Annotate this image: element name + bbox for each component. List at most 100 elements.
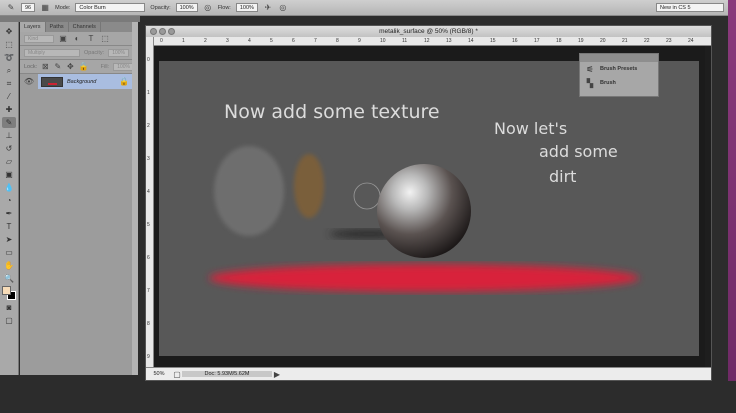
hand-tool-icon[interactable]: ✋ (2, 260, 16, 271)
type-tool-icon[interactable]: T (2, 221, 16, 232)
move-tool-icon[interactable]: ✥ (2, 26, 16, 37)
document-title-bar: metalik_surface @ 50% (RGB/8) * (146, 26, 711, 37)
ruler-tick: 21 (622, 38, 628, 44)
status-bar: 50% ▢ Doc: 5.93M/5.62M ▶ (146, 367, 711, 380)
ruler-tick: 5 (147, 222, 150, 228)
brush-presets-icon: ⚟ (586, 64, 594, 74)
visibility-eye-icon[interactable]: 👁 (24, 77, 34, 87)
foreground-color-swatch[interactable] (2, 286, 11, 295)
ruler-tick: 0 (160, 38, 163, 44)
canvas-text-texture: Now add some texture (224, 101, 440, 123)
vertical-ruler[interactable]: 0 1 2 3 4 5 6 7 8 9 (146, 37, 154, 367)
texture-blob-brown (294, 154, 324, 218)
workspace-select[interactable]: New in CS 5 (656, 3, 724, 12)
layers-panel: Layers Paths Channels Kind ▣ ◐ T ⬚ Multi… (20, 22, 138, 375)
brush-item[interactable]: ▚ Brush (580, 76, 658, 90)
ruler-tick: 18 (556, 38, 562, 44)
desktop-edge (728, 0, 736, 381)
blend-mode-select[interactable]: Multiply (24, 48, 80, 57)
ruler-tick: 1 (147, 90, 150, 96)
crop-tool-icon[interactable]: ⌗ (2, 78, 16, 89)
brush-panel-toggle-icon[interactable]: ▦ (40, 3, 50, 13)
pen-tool-icon[interactable]: ✒ (2, 208, 16, 219)
tab-layers[interactable]: Layers (20, 22, 46, 32)
screen-mode-icon[interactable]: ▢ (2, 315, 16, 326)
brush-tool-icon[interactable]: ✎ (2, 117, 16, 128)
eraser-tool-icon[interactable]: ▱ (2, 156, 16, 167)
quick-select-tool-icon[interactable]: ⌕ (2, 65, 16, 76)
kind-filter-select[interactable]: Kind (24, 34, 54, 43)
lasso-tool-icon[interactable]: ➰ (2, 52, 16, 63)
dodge-tool-icon[interactable]: ◔ (2, 195, 16, 206)
brush-presets-label: Brush Presets (600, 66, 638, 72)
lock-transparency-icon[interactable]: ⊠ (41, 62, 50, 72)
canvas-text-dirt-2: add some (539, 142, 618, 161)
dock-header[interactable] (580, 54, 658, 62)
panel-scrollbar[interactable] (132, 22, 138, 375)
brush-panel-dock: ⚟ Brush Presets ▚ Brush (579, 53, 659, 97)
doc-size: Doc: 5.93M/5.62M (182, 371, 272, 377)
document-scrollbar[interactable] (712, 25, 728, 381)
ruler-tick: 5 (270, 38, 273, 44)
layer-row-background[interactable]: 👁 Background 🔒 (20, 74, 138, 89)
preview-icon[interactable]: ▢ (172, 369, 182, 379)
canvas-text-dirt-3: dirt (549, 167, 576, 186)
history-brush-icon[interactable]: ↺ (2, 143, 16, 154)
healing-tool-icon[interactable]: ✚ (2, 104, 16, 115)
zoom-window-button[interactable] (168, 28, 175, 35)
tab-channels[interactable]: Channels (69, 22, 101, 32)
path-select-tool-icon[interactable]: ➤ (2, 234, 16, 245)
status-menu-arrow-icon[interactable]: ▶ (272, 369, 282, 379)
toolbox: ✥ ⬚ ➰ ⌕ ⌗ ⁄ ✚ ✎ ⊥ ↺ ▱ ▣ 💧 ◔ ✒ T ➤ ▭ ✋ 🔍 … (0, 22, 19, 375)
zoom-level[interactable]: 50% (146, 371, 172, 377)
flow-input[interactable]: 100% (235, 3, 258, 12)
fill-input[interactable]: 100% (113, 62, 134, 71)
color-swatches[interactable] (2, 286, 16, 300)
tab-paths[interactable]: Paths (46, 22, 69, 32)
horizontal-ruler[interactable]: 0 1 2 3 4 5 6 7 8 9 10 11 12 13 14 15 16 17 18 19 20 21 22 23 24 (154, 37, 711, 46)
image-filter-icon[interactable]: ▣ (58, 34, 68, 44)
ruler-tick: 2 (147, 123, 150, 129)
ruler-tick: 14 (468, 38, 474, 44)
pressure-size-icon[interactable]: ◎ (278, 3, 288, 13)
lock-all-icon[interactable]: 🔒 (79, 62, 89, 72)
brush-size-picker[interactable]: 96 (21, 3, 36, 12)
minimize-window-button[interactable] (159, 28, 166, 35)
zoom-tool-icon[interactable]: 🔍 (2, 273, 16, 284)
brush-presets-item[interactable]: ⚟ Brush Presets (580, 62, 658, 76)
ruler-tick: 24 (688, 38, 694, 44)
ruler-tick: 0 (147, 57, 150, 63)
ruler-tick: 9 (147, 354, 150, 360)
quick-mask-icon[interactable]: ◙ (2, 302, 16, 313)
layer-name: Background (67, 78, 97, 85)
close-window-button[interactable] (150, 28, 157, 35)
blur-tool-icon[interactable]: 💧 (2, 182, 16, 193)
type-filter-icon[interactable]: T (86, 34, 96, 44)
mode-label: Mode: (55, 4, 71, 11)
opacity-input[interactable]: 100% (175, 3, 198, 12)
airbrush-icon[interactable]: ✈ (263, 3, 273, 13)
lock-pixels-icon[interactable]: ✎ (54, 62, 63, 72)
ruler-tick: 11 (402, 38, 408, 44)
adjustment-filter-icon[interactable]: ◐ (72, 34, 82, 44)
pressure-opacity-icon[interactable]: ◎ (203, 3, 213, 13)
options-bar: ✎ 96 ▦ Mode: Color Burn Opacity: 100% ◎ … (0, 0, 736, 16)
stamp-tool-icon[interactable]: ⊥ (2, 130, 16, 141)
layer-opacity-input[interactable]: 100% (108, 48, 129, 57)
marquee-tool-icon[interactable]: ⬚ (2, 39, 16, 50)
ruler-tick: 17 (534, 38, 540, 44)
shape-tool-icon[interactable]: ▭ (2, 247, 16, 258)
brush-tool-icon[interactable]: ✎ (6, 3, 16, 13)
mode-select[interactable]: Color Burn (75, 3, 146, 12)
ruler-tick: 13 (446, 38, 452, 44)
flow-label: Flow: (217, 4, 231, 11)
gradient-tool-icon[interactable]: ▣ (2, 169, 16, 180)
red-paint-stroke (209, 264, 639, 292)
document-title: metalik_surface @ 50% (RGB/8) * (379, 28, 478, 35)
eyedropper-tool-icon[interactable]: ⁄ (2, 91, 16, 102)
shape-filter-icon[interactable]: ⬚ (100, 34, 110, 44)
ruler-tick: 9 (358, 38, 361, 44)
layer-thumbnail (41, 76, 63, 87)
metal-sphere (377, 164, 471, 258)
lock-position-icon[interactable]: ✥ (66, 62, 75, 72)
